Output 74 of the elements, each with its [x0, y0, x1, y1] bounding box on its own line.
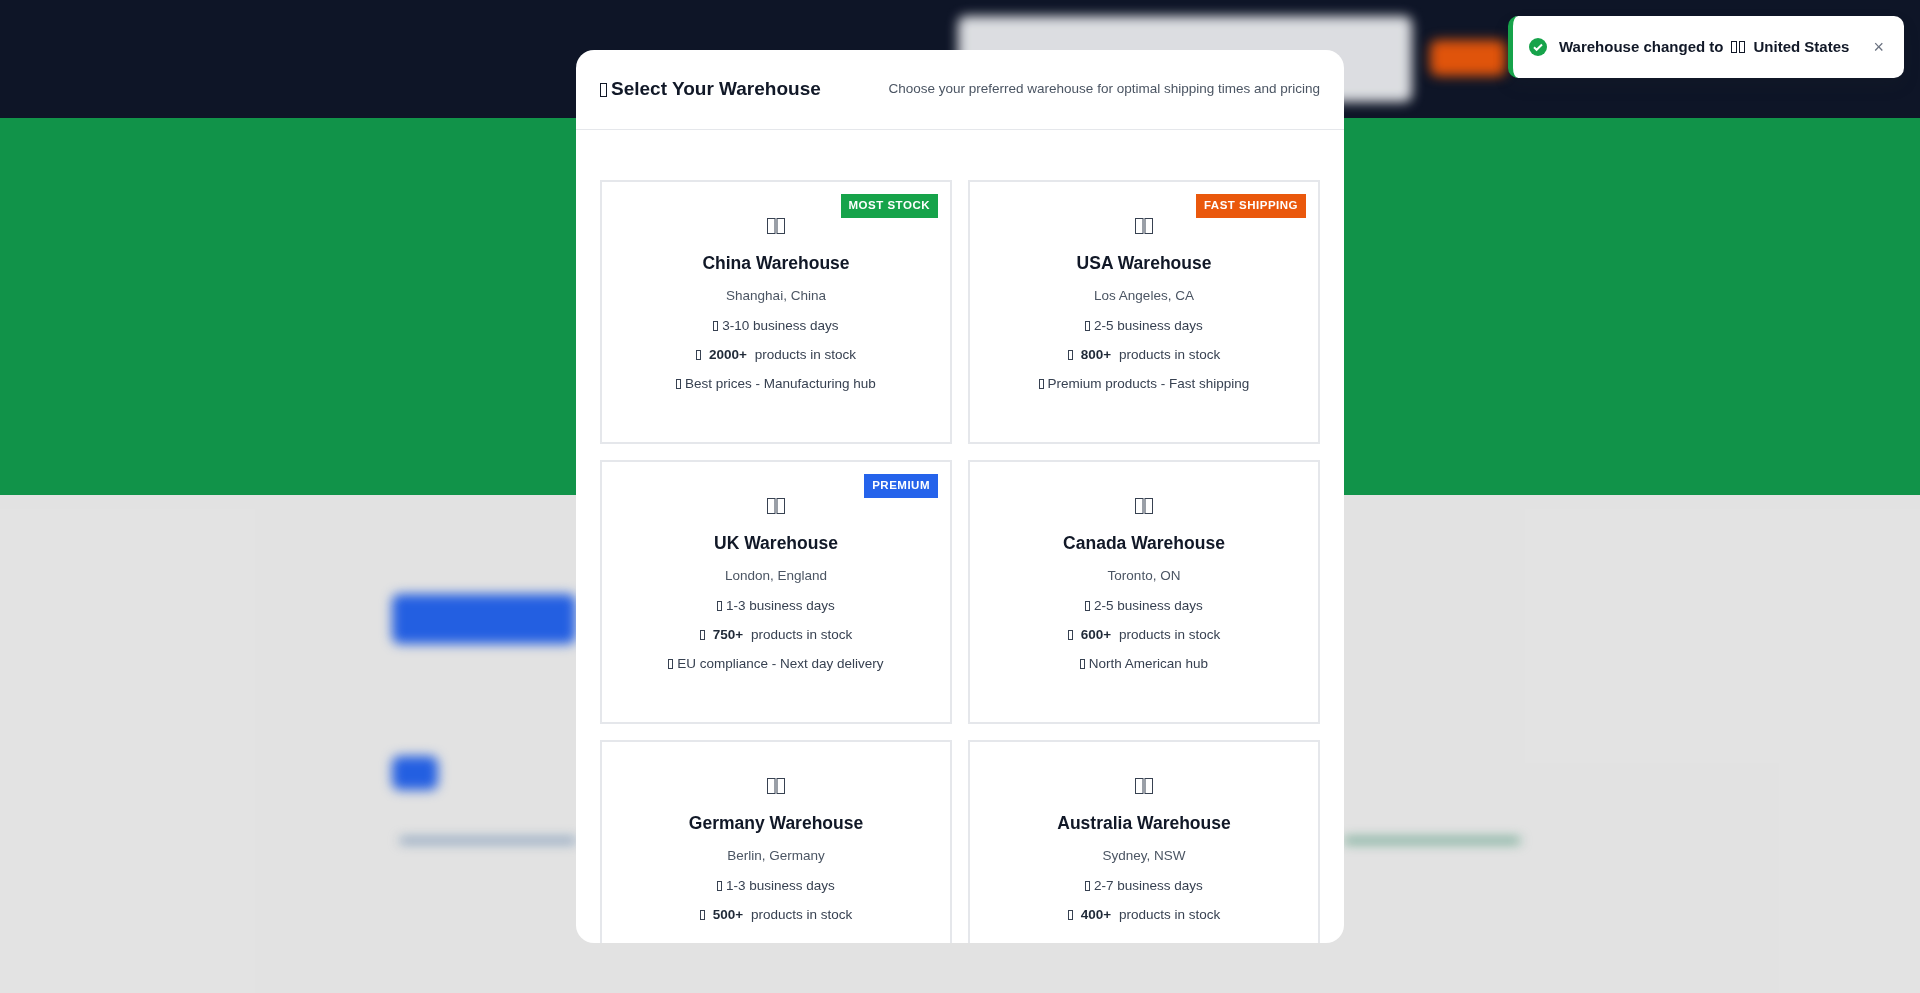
warehouse-note: North American hub	[1088, 656, 1209, 671]
delivery-time: 3-10 business days	[722, 317, 839, 333]
warehouse-card[interactable]: MOST STOCK China Warehouse Shanghai, China 3-10 business days 2000+ products in stock Best prices - Manufacturing hub	[600, 180, 952, 444]
missing-glyph-icon	[699, 629, 705, 640]
stock-label: products in stock	[1119, 906, 1221, 922]
warehouse-name: Germany Warehouse	[687, 812, 865, 835]
warehouse-card[interactable]: PREMIUM UK Warehouse London, England 1-3 business days 750+ products in stock EU compliance - Next day delivery	[600, 460, 952, 724]
warehouse-location: Shanghai, China	[725, 287, 827, 306]
warehouse-name: UK Warehouse	[713, 532, 839, 555]
missing-glyph-icon	[1067, 629, 1073, 640]
delivery-time: 2-5 business days	[1093, 597, 1203, 613]
missing-glyph-icon	[676, 379, 682, 389]
missing-glyph-icon	[699, 909, 705, 920]
missing-glyph-icon	[1085, 880, 1091, 891]
stock-label: products in stock	[1119, 626, 1221, 642]
missing-glyph-icon	[1067, 349, 1073, 360]
stock-label: products in stock	[1119, 346, 1221, 362]
stock-count: 2000+	[708, 346, 747, 362]
delivery-time: 2-5 business days	[1093, 317, 1203, 333]
delivery-time: 2-7 business days	[1093, 877, 1203, 893]
missing-glyph-icon	[1067, 909, 1073, 920]
missing-glyph-icon	[1079, 659, 1085, 669]
missing-glyph-icon	[668, 659, 674, 669]
modal-title: Select Your Warehouse	[611, 77, 821, 102]
warehouse-badge: PREMIUM	[864, 474, 938, 498]
warehouse-location: London, England	[723, 567, 829, 586]
modal-subtitle: Choose your preferred warehouse for optimal shipping times and pricing	[888, 80, 1320, 99]
warehouse-card[interactable]: Canada Warehouse Toronto, ON 2-5 business days 600+ products in stock North American hub	[968, 460, 1320, 724]
missing-glyph-icon	[1085, 320, 1091, 331]
warehouse-card[interactable]: Germany Warehouse Berlin, Germany 1-3 business days 500+ products in stock	[600, 740, 952, 943]
stock-label: products in stock	[751, 626, 853, 642]
check-circle-icon	[1529, 38, 1547, 56]
delivery-time: 1-3 business days	[725, 877, 835, 893]
warehouse-location: Toronto, ON	[1106, 567, 1182, 586]
warehouse-name: Australia Warehouse	[1056, 812, 1232, 835]
warehouse-card[interactable]: Australia Warehouse Sydney, NSW 2-7 business days 400+ products in stock	[968, 740, 1320, 943]
warehouse-name: Canada Warehouse	[1062, 532, 1226, 555]
missing-glyph-icon	[767, 498, 785, 514]
missing-glyph-icon	[1038, 379, 1044, 389]
missing-glyph-icon	[713, 320, 719, 331]
stock-count: 500+	[712, 906, 744, 922]
close-button[interactable]: ×	[1869, 38, 1888, 56]
button-shape	[392, 756, 438, 790]
missing-glyph-icon	[1135, 218, 1153, 234]
stock-count: 750+	[712, 626, 744, 642]
warehouse-note: Premium products - Fast shipping	[1047, 376, 1250, 391]
missing-glyph-icon	[695, 349, 701, 360]
warehouse-location: Los Angeles, CA	[1093, 287, 1195, 306]
toast-message: Warehouse changed to	[1559, 36, 1724, 57]
missing-glyph-icon	[1085, 600, 1091, 611]
warehouse-name: China Warehouse	[701, 252, 851, 275]
warehouse-note: Best prices - Manufacturing hub	[685, 376, 876, 391]
warehouse-badge: FAST SHIPPING	[1195, 194, 1306, 218]
delivery-time: 1-3 business days	[725, 597, 835, 613]
missing-glyph-icon	[767, 778, 785, 794]
missing-glyph-icon	[717, 600, 723, 611]
missing-glyph-icon	[1135, 778, 1153, 794]
missing-glyph-icon	[767, 218, 785, 234]
warehouse-badge: MOST STOCK	[840, 194, 938, 218]
missing-glyph-icon	[600, 82, 607, 97]
stock-label: products in stock	[751, 906, 853, 922]
stock-count: 600+	[1080, 626, 1112, 642]
warehouse-location: Sydney, NSW	[1101, 847, 1187, 866]
warehouse-name: USA Warehouse	[1075, 252, 1213, 275]
warehouse-note: EU compliance - Next day delivery	[677, 656, 884, 671]
stock-count: 800+	[1080, 346, 1112, 362]
stock-label: products in stock	[754, 346, 857, 362]
warehouse-card[interactable]: FAST SHIPPING USA Warehouse Los Angeles, CA 2-5 business days 800+ products in stock Premium products - Fast shipping	[968, 180, 1320, 444]
warehouse-location: Berlin, Germany	[726, 847, 826, 866]
toast-country: United States	[1753, 36, 1850, 57]
missing-glyph-icon	[717, 880, 723, 891]
stock-count: 400+	[1080, 906, 1112, 922]
missing-glyph-icon	[1731, 41, 1746, 53]
missing-glyph-icon	[1135, 498, 1153, 514]
